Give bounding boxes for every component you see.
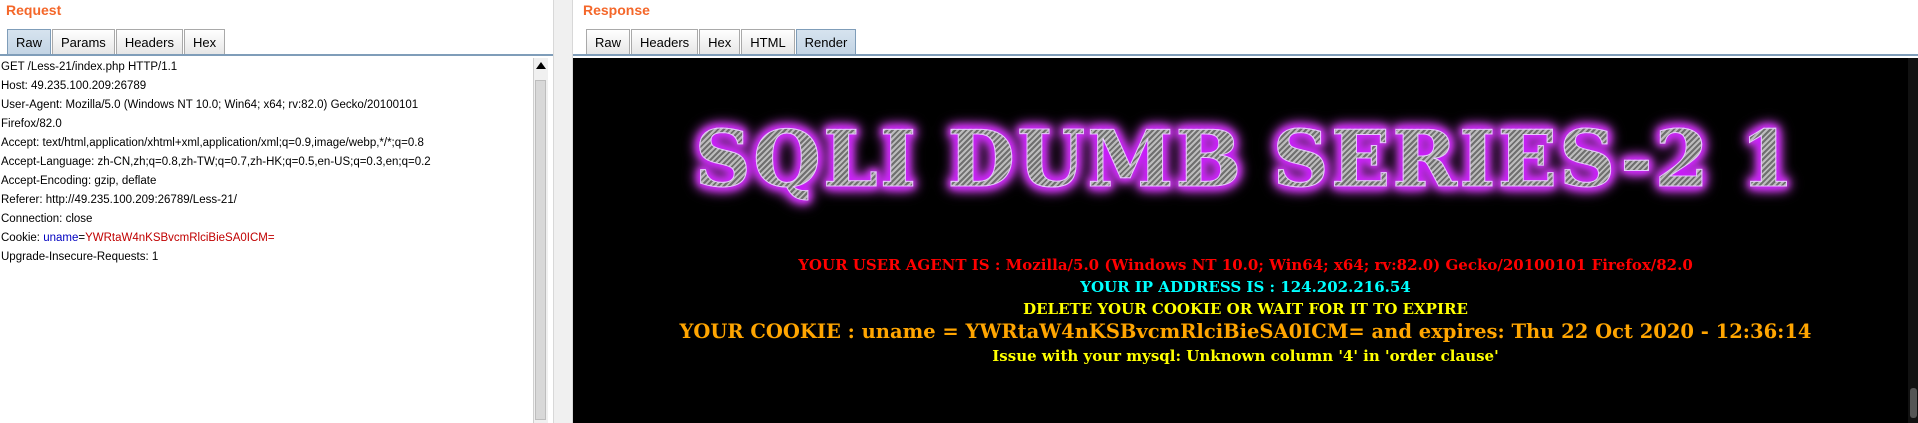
user-agent-line: YOUR USER AGENT IS : Mozilla/5.0 (Window… <box>798 256 1693 274</box>
request-line: Accept-Language: zh-CN,zh;q=0.8,zh-TW;q=… <box>1 156 431 168</box>
request-pane: Request Raw Params Headers Hex GET /Less… <box>0 0 553 423</box>
request-line: User-Agent: Mozilla/5.0 (Windows NT 10.0… <box>1 99 419 111</box>
request-tabs: Raw Params Headers Hex <box>7 29 226 54</box>
response-tab-html[interactable]: HTML <box>741 29 795 54</box>
response-tab-headers[interactable]: Headers <box>631 29 699 54</box>
request-tab-params[interactable]: Params <box>52 29 115 54</box>
request-line: Connection: close <box>1 213 93 225</box>
cookie-value: YWRtaW4nKSBvcmRlciBieSA0ICM= <box>85 232 275 244</box>
mysql-error-line: Issue with your mysql: Unknown column '4… <box>992 347 1499 365</box>
render-scrollbar[interactable] <box>1908 58 1918 423</box>
ip-address-line: YOUR IP ADDRESS IS : 124.202.216.54 <box>1080 278 1411 296</box>
response-tab-hex[interactable]: Hex <box>699 29 741 54</box>
request-editor[interactable]: GET /Less-21/index.php HTTP/1.1 Host: 49… <box>0 58 533 423</box>
request-scroll-thumb[interactable] <box>535 80 546 420</box>
response-tab-divider <box>573 54 1918 56</box>
rendered-page: SQLI DUMB SERIES-2 1 YOUR USER AGENT IS … <box>573 58 1918 423</box>
request-scrollbar[interactable] <box>533 58 548 423</box>
cookie-prefix: Cookie: <box>1 232 44 244</box>
cookie-name: uname <box>43 232 79 244</box>
request-line: GET /Less-21/index.php HTTP/1.1 <box>1 61 178 73</box>
response-title: Response <box>583 2 650 18</box>
response-tabs: Raw Headers Hex HTML Render <box>586 29 857 54</box>
request-tab-headers[interactable]: Headers <box>115 29 183 54</box>
response-tab-raw[interactable]: Raw <box>586 29 631 54</box>
request-line: Accept-Encoding: gzip, deflate <box>1 175 157 187</box>
banner: SQLI DUMB SERIES-2 1 <box>573 114 1918 205</box>
request-tab-divider <box>0 54 553 56</box>
request-line: Accept: text/html,application/xhtml+xml,… <box>1 137 424 149</box>
request-cookie-line: Cookie: uname=YWRtaW4nKSBvcmRlciBieSA0IC… <box>0 229 533 248</box>
pane-splitter[interactable] <box>553 0 573 423</box>
request-line: Host: 49.235.100.209:26789 <box>1 80 147 92</box>
request-tab-hex[interactable]: Hex <box>183 29 226 54</box>
request-line: Upgrade-Insecure-Requests: 1 <box>1 251 159 263</box>
request-line: Firefox/82.0 <box>1 118 62 130</box>
request-title: Request <box>6 2 62 18</box>
scroll-up-arrow-icon[interactable] <box>536 62 546 69</box>
request-tab-raw[interactable]: Raw <box>7 29 52 54</box>
delete-cookie-line: DELETE YOUR COOKIE OR WAIT FOR IT TO EXP… <box>1023 300 1468 318</box>
banner-title: SQLI DUMB SERIES-2 1 <box>694 114 1797 205</box>
render-scroll-thumb[interactable] <box>1910 388 1917 418</box>
cookie-info-line: YOUR COOKIE : uname = YWRtaW4nKSBvcmRlci… <box>679 320 1812 343</box>
response-tab-render[interactable]: Render <box>795 29 857 54</box>
request-line: Referer: http://49.235.100.209:26789/Les… <box>1 194 237 206</box>
response-pane: Response Raw Headers Hex HTML Render SQL… <box>573 0 1918 423</box>
